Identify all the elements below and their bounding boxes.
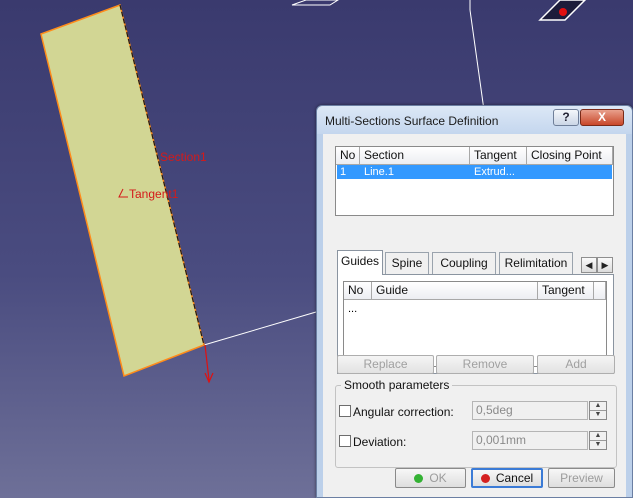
remove-button[interactable]: Remove <box>436 355 534 374</box>
spin-down-icon[interactable]: ▼ <box>590 441 606 449</box>
spin-up-icon[interactable]: ▲ <box>590 432 606 441</box>
angular-correction-checkbox[interactable] <box>339 405 351 417</box>
col-tangent[interactable]: Tangent <box>470 147 527 165</box>
cancel-button[interactable]: Cancel <box>471 468 543 488</box>
smooth-parameters-title: Smooth parameters <box>341 378 453 392</box>
col-closing-point[interactable]: Closing Point <box>527 147 613 165</box>
col-extra <box>594 282 606 300</box>
smooth-parameters-group <box>335 385 617 468</box>
ok-label: OK <box>429 471 447 485</box>
ok-icon <box>414 474 424 483</box>
angular-correction-label[interactable]: Angular correction: <box>353 405 454 419</box>
replace-button[interactable]: Replace <box>337 355 434 374</box>
row-no: 1 <box>340 166 347 178</box>
row-tangent: Extrud... <box>474 166 515 178</box>
tangent-label[interactable]: Tangent1 <box>129 187 179 201</box>
spin-down-icon[interactable]: ▼ <box>590 411 606 419</box>
col-no[interactable]: No <box>336 147 360 165</box>
compass-dot <box>559 8 567 16</box>
dialog-client: No Section Tangent Closing Point 1 Line.… <box>323 134 626 497</box>
ok-button[interactable]: OK <box>395 468 466 488</box>
multi-sections-dialog: Multi-Sections Surface Definition ? X No… <box>316 105 633 498</box>
col-guide[interactable]: Guide <box>372 282 538 300</box>
add-button[interactable]: Add <box>537 355 615 374</box>
sections-table[interactable]: No Section Tangent Closing Point 1 Line.… <box>335 146 614 216</box>
angular-correction-spinner[interactable]: ▲ ▼ <box>589 401 607 420</box>
deviation-checkbox[interactable] <box>339 435 351 447</box>
tab-spine[interactable]: Spine <box>385 252 429 274</box>
preview-button[interactable]: Preview <box>548 468 615 488</box>
col-section[interactable]: Section <box>360 147 470 165</box>
deviation-spinner[interactable]: ▲ ▼ <box>589 431 607 450</box>
table-row[interactable]: 1 Line.1 Extrud... <box>337 165 612 179</box>
construction-line <box>203 311 317 346</box>
partial-object-top <box>291 0 339 6</box>
section-label[interactable]: Section1 <box>160 150 207 164</box>
col-tangent[interactable]: Tangent <box>538 282 594 300</box>
tab-scroll-left-icon[interactable]: ◀ <box>581 257 597 273</box>
tab-relimitation[interactable]: Relimitation <box>499 252 573 274</box>
dialog-title: Multi-Sections Surface Definition <box>325 114 499 128</box>
guides-placeholder[interactable]: ... <box>348 302 357 316</box>
cancel-icon <box>480 474 490 483</box>
angular-correction-input[interactable]: 0,5deg <box>472 401 588 420</box>
cancel-label: Cancel <box>495 471 534 485</box>
help-button[interactable]: ? <box>553 109 579 126</box>
close-button[interactable]: X <box>580 109 624 126</box>
tab-scroll-right-icon[interactable]: ▶ <box>597 257 613 273</box>
row-section: Line.1 <box>364 166 394 178</box>
deviation-label[interactable]: Deviation: <box>353 435 406 449</box>
col-no[interactable]: No <box>344 282 372 300</box>
tab-guides[interactable]: Guides <box>337 250 383 275</box>
spin-up-icon[interactable]: ▲ <box>590 402 606 411</box>
dialog-titlebar[interactable]: Multi-Sections Surface Definition ? X <box>317 106 632 134</box>
deviation-input[interactable]: 0,001mm <box>472 431 588 450</box>
tab-coupling[interactable]: Coupling <box>432 252 496 274</box>
